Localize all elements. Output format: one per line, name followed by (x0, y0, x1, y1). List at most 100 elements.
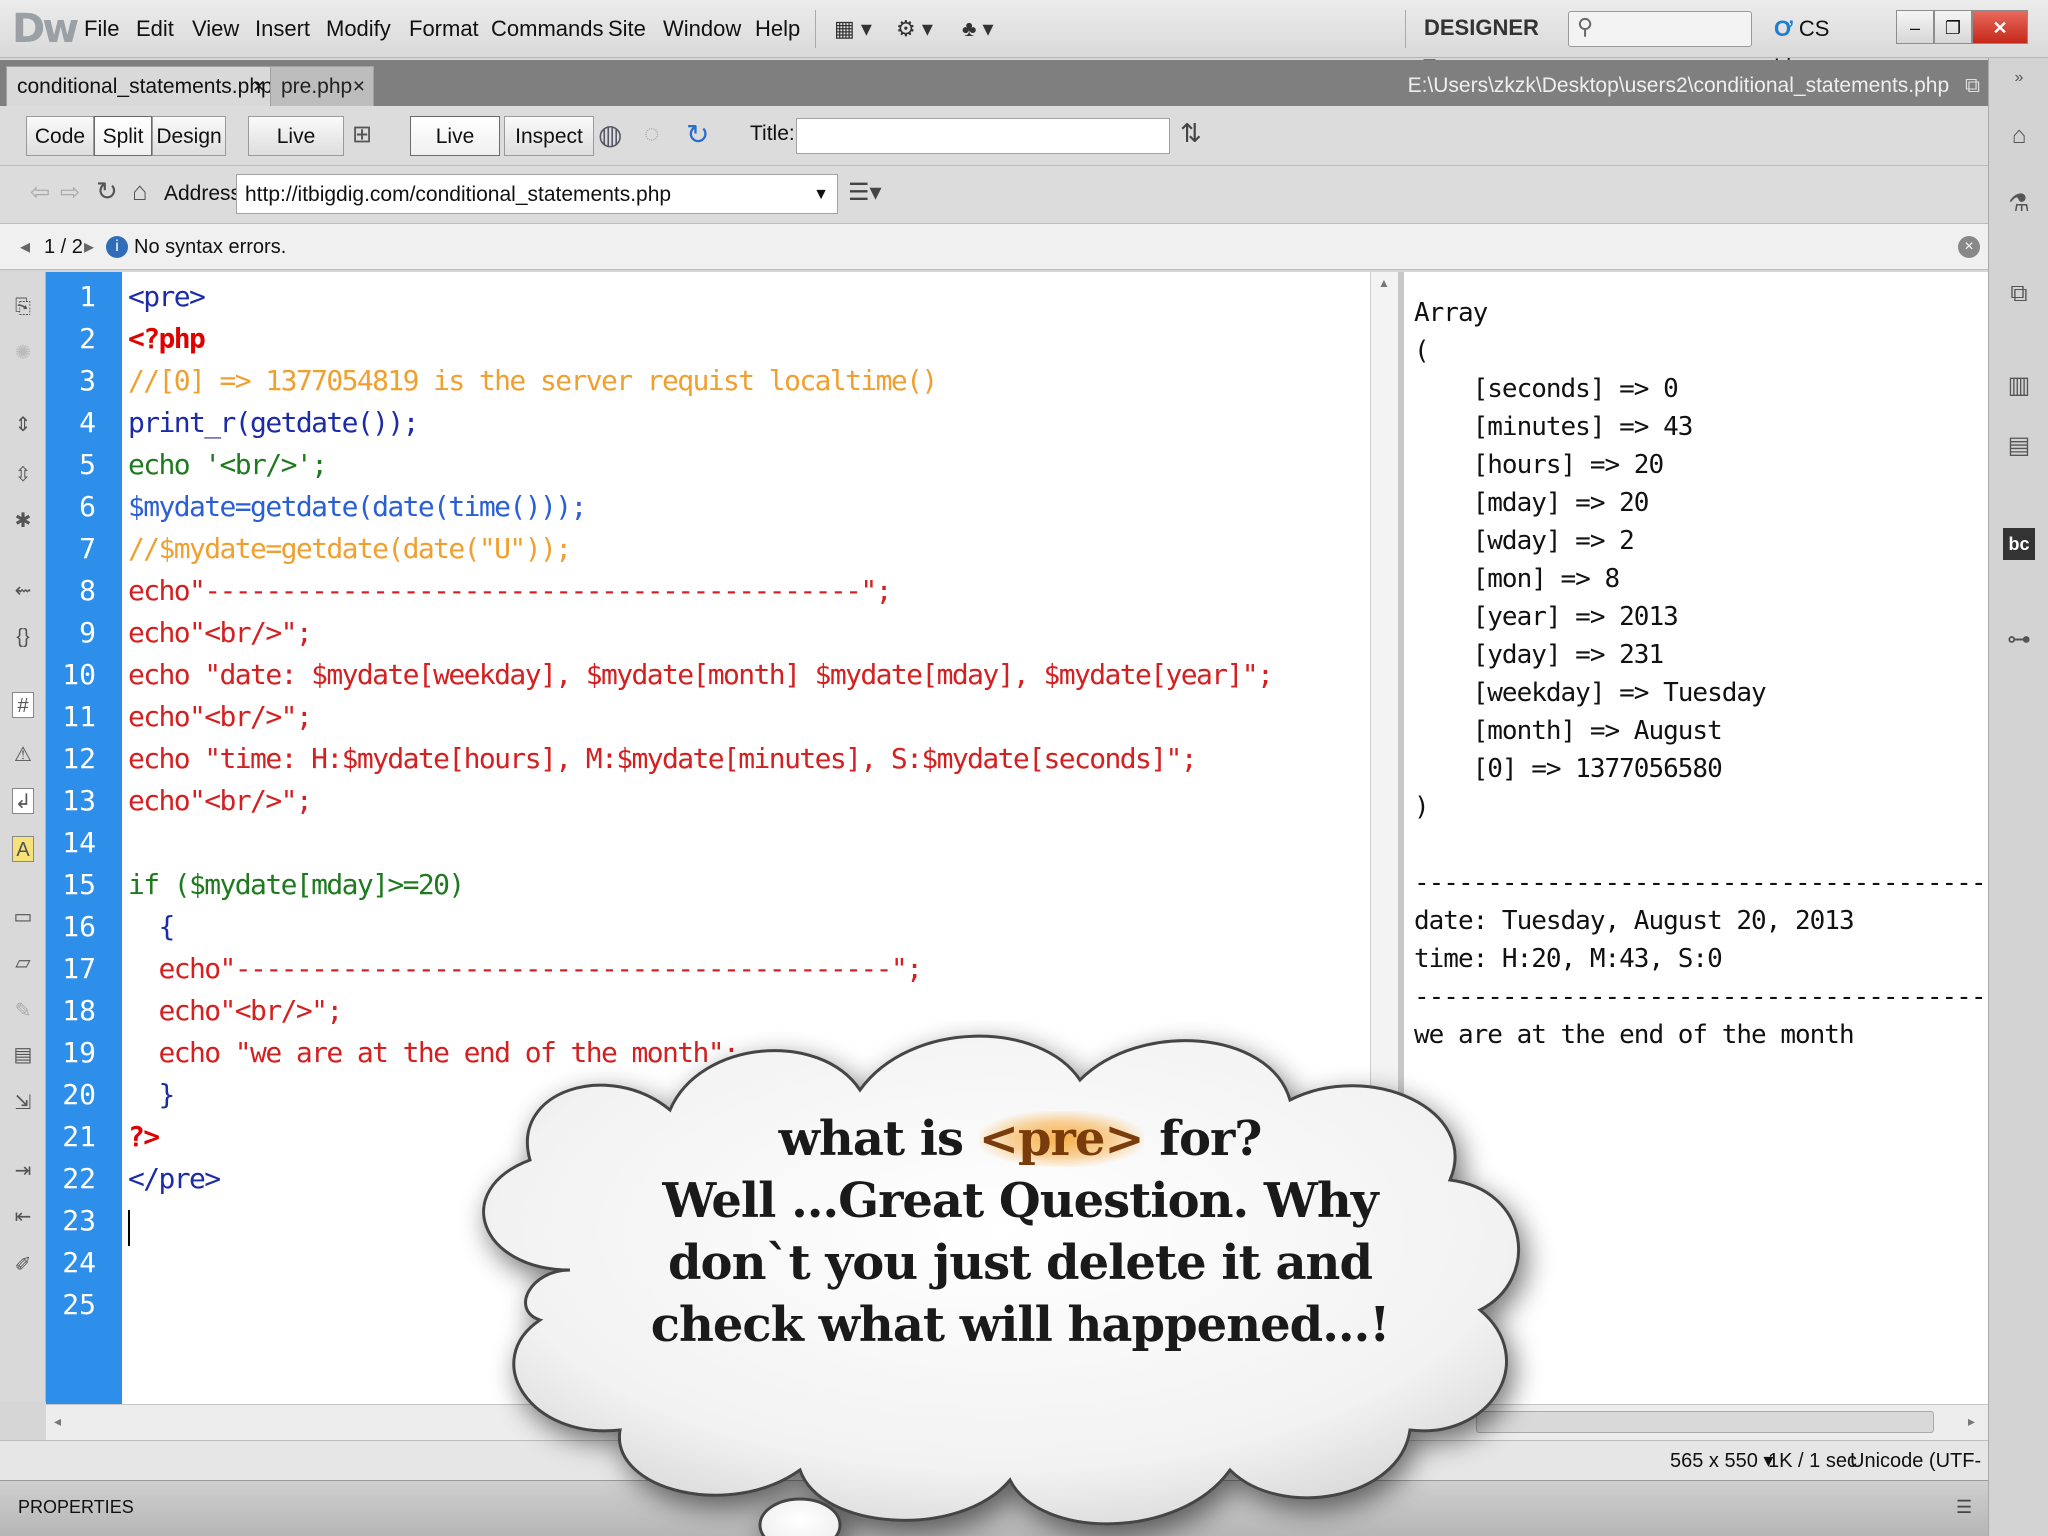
code-line[interactable]: echo"-----------------------------------… (128, 952, 923, 985)
close-tab-icon[interactable]: × (353, 67, 365, 107)
code-line[interactable]: echo "time: H:$mydate[hours], M:$mydate[… (128, 742, 1198, 775)
code-line[interactable]: $mydate=getdate(date(time())); (128, 490, 587, 523)
restore-button[interactable]: ❐ (1934, 10, 1972, 44)
code-line[interactable]: { (128, 910, 176, 943)
flask-icon[interactable]: ⚗ (2003, 188, 2035, 220)
collapse-tag-icon[interactable]: ⇕ (12, 412, 34, 438)
code-line[interactable]: echo "date: $mydate[weekday], $mydate[mo… (128, 658, 1274, 691)
business-catalyst-icon[interactable]: ⌂ (2003, 120, 2035, 152)
prev-icon[interactable]: ◂ (20, 224, 30, 270)
next-icon[interactable]: ▸ (84, 224, 94, 270)
code-line[interactable]: echo"<br/>"; (128, 784, 313, 817)
close-window-button[interactable]: ✕ (1972, 10, 2028, 44)
info-icon: i (106, 236, 128, 258)
inspect-button[interactable]: Inspect (504, 116, 594, 156)
panel-menu-icon[interactable]: ☰ (1956, 1497, 1972, 1518)
refresh-icon[interactable]: ↻ (686, 118, 720, 154)
minimize-button[interactable]: – (1896, 10, 1934, 44)
live-view-button[interactable]: Live View (410, 116, 500, 188)
outdent-code-icon[interactable]: ⇤ (12, 1204, 34, 1230)
syntax-error-alerts-icon[interactable]: A (12, 836, 34, 862)
code-line[interactable]: print_r(getdate()); (128, 406, 420, 439)
collapse-selection-icon[interactable]: ⇳ (12, 462, 34, 488)
code-line[interactable]: echo"<br/>"; (128, 700, 313, 733)
line-numbers-icon[interactable]: # (12, 692, 34, 718)
code-line[interactable]: <?php (128, 322, 206, 355)
format-source-code-icon[interactable]: ✐ (12, 1252, 34, 1278)
live-code-button[interactable]: Live Code (248, 116, 344, 188)
insert-panel-icon[interactable]: ⧉ (2003, 278, 2035, 310)
back-icon[interactable]: ⇦ (30, 178, 50, 207)
title-input[interactable] (796, 118, 1170, 154)
code-line[interactable]: </pre> (128, 1162, 221, 1195)
remove-comment-icon[interactable]: ▱ (12, 950, 34, 976)
ap-elements-icon[interactable]: ▤ (2003, 430, 2035, 462)
code-line[interactable]: //$mydate=getdate(date("U")); (128, 532, 572, 565)
check-page-icon[interactable]: ⊞ (352, 120, 386, 154)
design-view-button[interactable]: Design (152, 116, 226, 156)
window-size[interactable]: 565 x 550 ▾ (1670, 1441, 1773, 1481)
home-icon[interactable]: ⌂ (132, 176, 148, 207)
code-line[interactable]: echo"<br/>"; (128, 994, 344, 1027)
scroll-right-icon[interactable]: ▸ (1968, 1413, 1975, 1430)
open-documents-icon[interactable]: ⎘ (12, 294, 34, 320)
expand-all-icon[interactable]: ✱ (12, 508, 34, 534)
menu-help[interactable]: Help (755, 14, 800, 44)
close-info-icon[interactable]: × (1958, 236, 1980, 258)
menu-window[interactable]: Window (663, 14, 741, 44)
code-view-button[interactable]: Code (26, 116, 94, 156)
scroll-up-icon[interactable]: ▲ (1378, 276, 1390, 290)
extend-gear-icon[interactable]: ⚙ ▾ (896, 12, 933, 46)
workspace-switcher[interactable]: DESIGNER ▾ (1424, 10, 1542, 76)
search-input[interactable]: ⚲ (1568, 11, 1752, 47)
word-wrap-icon[interactable]: ↲ (12, 788, 34, 814)
menu-format[interactable]: Format (409, 14, 479, 44)
view-options-icon[interactable]: ☰▾ (848, 178, 882, 207)
cs-live-button[interactable]: Ơ CS Live (1774, 10, 1874, 79)
site-tree-icon[interactable]: ♣ ▾ (962, 12, 994, 46)
close-tab-icon[interactable]: × (253, 67, 265, 107)
restore-doc-icon[interactable]: ⧉ (1965, 74, 1980, 97)
code-line[interactable]: echo"<br/>"; (128, 616, 313, 649)
forward-icon[interactable]: ⇨ (60, 178, 80, 207)
menu-modify[interactable]: Modify (326, 14, 391, 44)
tab-pre[interactable]: pre.php × (270, 66, 374, 106)
wrap-tag-icon[interactable]: ✎ (12, 998, 34, 1024)
split-view-button[interactable]: Split (94, 116, 152, 156)
balance-braces-icon[interactable]: {} (12, 624, 34, 650)
tab-conditional-statements[interactable]: conditional_statements.php × (6, 66, 274, 106)
output-line: [minutes] => 43 (1414, 412, 1694, 442)
file-transfer-icon[interactable]: ⇅ (1180, 118, 1216, 154)
indent-code-icon[interactable]: ⇥ (12, 1158, 34, 1184)
visual-aids-icon[interactable]: ◌ (644, 118, 678, 154)
address-dropdown-icon[interactable]: ▼ (813, 175, 829, 215)
move-css-icon[interactable]: ⇲ (12, 1090, 34, 1116)
menu-insert[interactable]: Insert (255, 14, 310, 44)
code-line[interactable]: <pre> (128, 280, 206, 313)
code-line[interactable]: } (128, 1078, 176, 1111)
menu-commands[interactable]: Commands (491, 14, 603, 44)
files-panel-icon[interactable]: ⊶ (2003, 624, 2035, 656)
layout-icon[interactable]: ▦ ▾ (834, 12, 872, 46)
globe-icon[interactable]: ◍ (598, 118, 632, 154)
menu-site[interactable]: Site (608, 14, 646, 44)
highlight-invalid-code-icon[interactable]: ⚠ (12, 742, 34, 768)
code-line[interactable]: if ($mydate[mday]>=20) (128, 868, 465, 901)
menu-view[interactable]: View (192, 14, 239, 44)
menu-edit[interactable]: Edit (136, 14, 174, 44)
apply-comment-icon[interactable]: ▭ (12, 904, 34, 930)
code-line[interactable]: //[0] => 1377054819 is the server requis… (128, 364, 938, 397)
recent-snippets-icon[interactable]: ▤ (12, 1042, 34, 1068)
code-line[interactable]: ?> (128, 1120, 160, 1153)
scroll-left-icon[interactable]: ◂ (54, 1413, 61, 1430)
code-line[interactable]: echo '<br/>'; (128, 448, 328, 481)
menu-file[interactable]: File (84, 14, 119, 44)
reload-icon[interactable]: ↻ (96, 176, 118, 207)
collapse-panel-icon[interactable]: » (2003, 62, 2035, 94)
css-styles-icon[interactable]: ▥ (2003, 370, 2035, 402)
show-code-navigator-icon[interactable]: ✺ (12, 340, 34, 366)
address-input[interactable]: http://itbigdig.com/conditional_statemen… (236, 174, 838, 214)
bc-icon[interactable]: bc (2003, 528, 2035, 560)
select-parent-tag-icon[interactable]: ⇜ (12, 578, 34, 604)
code-line[interactable]: echo"-----------------------------------… (128, 574, 892, 607)
